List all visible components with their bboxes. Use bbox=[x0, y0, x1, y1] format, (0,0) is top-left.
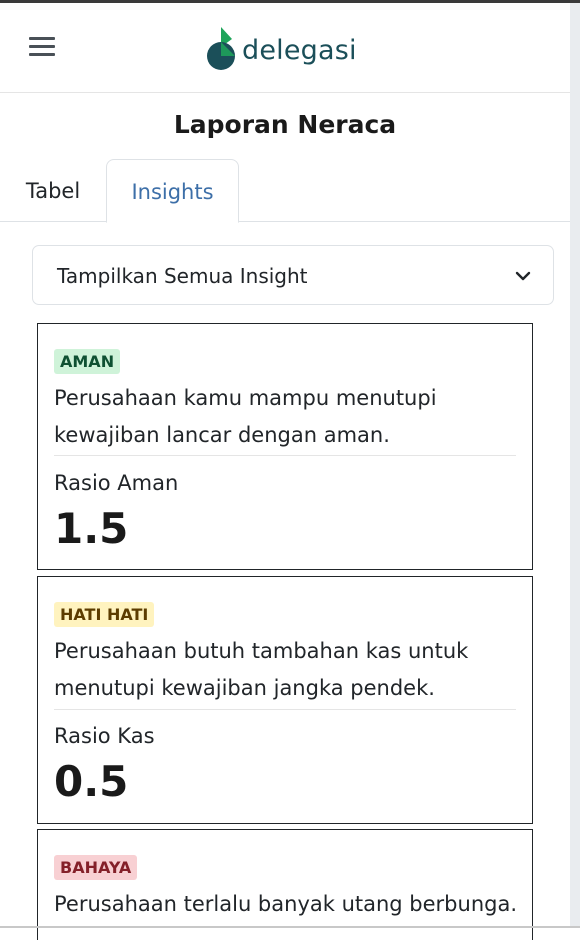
insight-description: Perusahaan terlalu banyak utang berbunga… bbox=[54, 892, 518, 916]
chevron-down-icon bbox=[515, 271, 531, 281]
card-divider bbox=[54, 709, 516, 710]
insight-description: Perusahaan kamu mampu menutupi kewajiban… bbox=[54, 386, 437, 447]
status-badge: HATI HATI bbox=[54, 602, 155, 627]
page-title: Laporan Neraca bbox=[173, 110, 397, 139]
app-header: delegasi bbox=[0, 3, 570, 93]
card-divider bbox=[54, 455, 516, 456]
delegasi-logo[interactable]: delegasi bbox=[204, 23, 357, 73]
metric-value: 0.5 bbox=[54, 757, 129, 806]
insight-card: HATI HATI Perusahaan butuh tambahan kas … bbox=[37, 576, 533, 824]
status-badge: BAHAYA bbox=[54, 855, 138, 880]
metric-label: Rasio Kas bbox=[54, 724, 155, 748]
tab-insights[interactable]: Insights bbox=[106, 159, 239, 223]
logo-text: delegasi bbox=[242, 34, 357, 66]
scrollbar-track[interactable] bbox=[570, 3, 580, 928]
status-badge: AMAN bbox=[54, 349, 121, 374]
insight-description: Perusahaan butuh tambahan kas untuk menu… bbox=[54, 639, 469, 700]
tab-bar: Tabel Insights bbox=[0, 159, 570, 223]
insight-filter-value: Tampilkan Semua Insight bbox=[57, 264, 308, 288]
menu-icon[interactable] bbox=[29, 37, 55, 57]
insight-card: AMAN Perusahaan kamu mampu menutupi kewa… bbox=[37, 323, 533, 570]
metric-value: 1.5 bbox=[54, 504, 129, 553]
delegasi-logo-icon bbox=[207, 27, 235, 70]
tab-tabel[interactable]: Tabel bbox=[0, 159, 106, 221]
metric-label: Rasio Aman bbox=[54, 471, 179, 495]
insight-filter-select[interactable]: Tampilkan Semua Insight bbox=[32, 245, 554, 305]
insight-card: BAHAYA Perusahaan terlalu banyak utang b… bbox=[37, 829, 533, 940]
